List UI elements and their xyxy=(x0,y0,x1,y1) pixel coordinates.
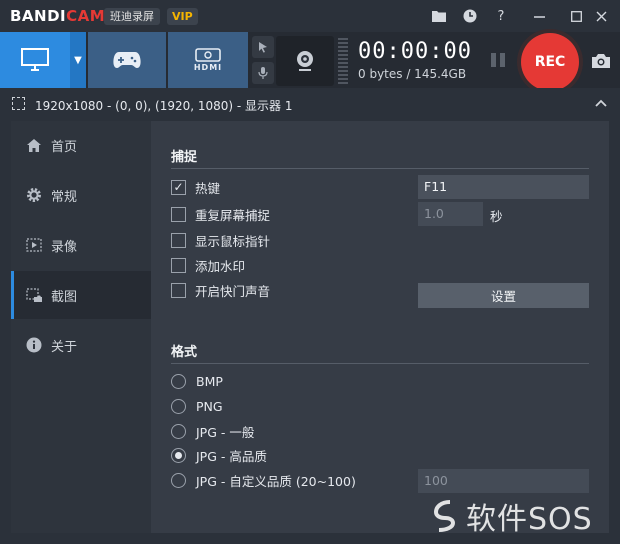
divider xyxy=(171,363,589,364)
sidebar-item-general[interactable]: 常规 xyxy=(11,171,151,219)
minimize-icon[interactable] xyxy=(529,6,549,26)
custom-quality-input[interactable]: 100 xyxy=(418,469,589,493)
hdmi-label: HDMI xyxy=(193,63,223,72)
help-icon[interactable]: ? xyxy=(491,6,511,26)
format-bmp-radio[interactable]: BMP xyxy=(171,372,223,390)
sidebar-item-video[interactable]: 录像 xyxy=(11,221,151,269)
sidebar-item-label: 录像 xyxy=(51,239,78,255)
screenshot-icon xyxy=(23,287,45,303)
hotkey-checkbox[interactable]: ✓ 热键 xyxy=(171,178,220,196)
pause-button[interactable] xyxy=(488,50,508,70)
gamepad-icon xyxy=(113,52,141,68)
close-icon[interactable] xyxy=(591,6,611,26)
maximize-icon[interactable] xyxy=(566,6,586,26)
add-watermark-checkbox[interactable]: 添加水印 xyxy=(171,256,245,274)
screenshot-button[interactable] xyxy=(589,50,613,72)
sidebar-item-home[interactable]: 首页 xyxy=(11,121,151,169)
toolbar: ▼ HDMI 00:00:00 0 bytes / 145.4GB REC xyxy=(0,32,620,91)
app-logo: BANDICAM xyxy=(10,7,106,25)
capture-region-bar: 1920x1080 - (0, 0), (1920, 1080) - 显示器 1 xyxy=(0,88,620,121)
settings-button[interactable]: 设置 xyxy=(418,283,589,308)
vip-badge[interactable]: VIP xyxy=(167,8,198,25)
shutter-sound-checkbox[interactable]: 开启快门声音 xyxy=(171,281,270,299)
format-section-title: 格式 xyxy=(171,345,198,360)
game-mode-button[interactable] xyxy=(88,32,166,88)
gear-icon xyxy=(23,187,45,203)
sidebar: 首页 常规 录像 截图 关于 xyxy=(11,121,151,533)
recording-timer: 00:00:00 xyxy=(358,39,472,64)
info-icon xyxy=(23,337,45,353)
record-button[interactable]: REC xyxy=(521,33,579,91)
chevron-up-icon xyxy=(595,99,607,107)
clock-icon[interactable] xyxy=(460,6,480,26)
collapse-button[interactable] xyxy=(593,95,609,111)
storage-usage: 0 bytes / 145.4GB xyxy=(358,67,467,81)
region-select-icon[interactable] xyxy=(12,97,25,110)
screen-mode-button[interactable] xyxy=(0,32,70,88)
sidebar-item-screenshot[interactable]: 截图 xyxy=(11,271,151,319)
hdmi-icon: HDMI xyxy=(194,48,222,72)
folder-icon[interactable] xyxy=(429,6,449,26)
watermark-logo-icon xyxy=(433,500,456,532)
microphone-icon[interactable] xyxy=(252,62,274,84)
checkmark-icon: ✓ xyxy=(171,179,186,195)
chevron-down-icon: ▼ xyxy=(74,54,82,66)
repeat-interval-unit: 秒 xyxy=(490,209,503,224)
webcam-overlay-button[interactable] xyxy=(276,36,334,86)
audio-level-meter xyxy=(338,38,348,84)
video-icon xyxy=(23,238,45,252)
format-png-radio[interactable]: PNG xyxy=(171,397,223,415)
overlay-toggles xyxy=(252,36,274,86)
cursor-toggle-icon[interactable] xyxy=(252,36,274,58)
hotkey-input[interactable]: F11 xyxy=(418,175,589,199)
repeat-capture-checkbox[interactable]: 重复屏幕捕捉 xyxy=(171,205,270,223)
camera-icon xyxy=(592,54,610,68)
mode-dropdown-button[interactable]: ▼ xyxy=(70,32,86,88)
region-info: 1920x1080 - (0, 0), (1920, 1080) - 显示器 1 xyxy=(35,99,293,113)
device-mode-button[interactable]: HDMI xyxy=(168,32,248,88)
edition-badge: 班迪录屏 xyxy=(104,8,160,25)
sidebar-item-label: 关于 xyxy=(51,339,78,355)
sidebar-item-about[interactable]: 关于 xyxy=(11,321,151,369)
settings-panel: 捕捉 ✓ 热键 F11 重复屏幕捕捉 1.0 秒 显示鼠标指针 添加水印 开启快… xyxy=(151,121,609,533)
divider xyxy=(171,168,589,169)
format-jpg-custom-radio[interactable]: JPG - 自定义品质 (20~100) xyxy=(171,471,356,489)
sidebar-item-label: 首页 xyxy=(51,139,78,155)
show-cursor-checkbox[interactable]: 显示鼠标指针 xyxy=(171,231,270,249)
title-bar: BANDICAM 班迪录屏 VIP ? xyxy=(0,0,620,32)
webcam-icon xyxy=(297,51,313,71)
format-jpg-normal-radio[interactable]: JPG - 一般 xyxy=(171,422,254,440)
watermark-overlay: 软件SOS xyxy=(430,494,612,538)
watermark-text: 软件SOS xyxy=(466,502,593,537)
home-icon xyxy=(23,138,45,153)
capture-section-title: 捕捉 xyxy=(171,150,198,165)
format-jpg-high-radio[interactable]: JPG - 高品质 xyxy=(171,446,267,464)
monitor-icon xyxy=(21,48,49,71)
sidebar-item-label: 截图 xyxy=(51,289,78,305)
sidebar-item-label: 常规 xyxy=(51,189,78,205)
repeat-interval-input[interactable]: 1.0 xyxy=(418,202,483,226)
